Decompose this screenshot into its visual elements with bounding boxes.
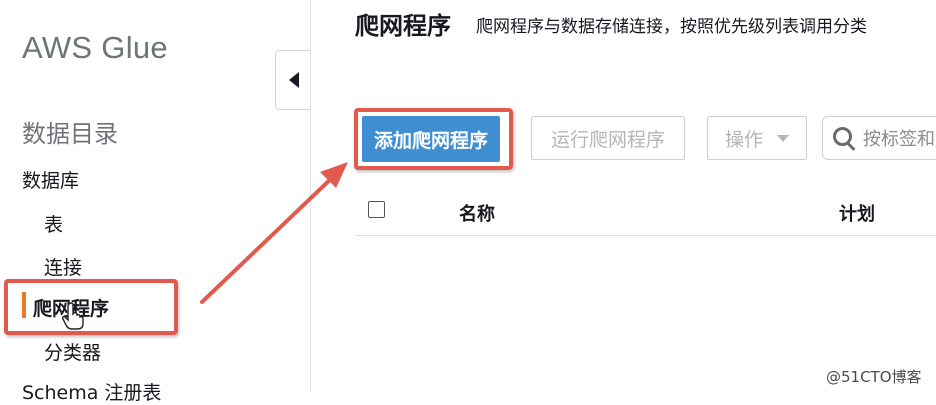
annotation-arrow — [200, 162, 348, 304]
watermark: @51CTO博客 — [826, 368, 922, 386]
hand-cursor-icon — [62, 302, 84, 330]
